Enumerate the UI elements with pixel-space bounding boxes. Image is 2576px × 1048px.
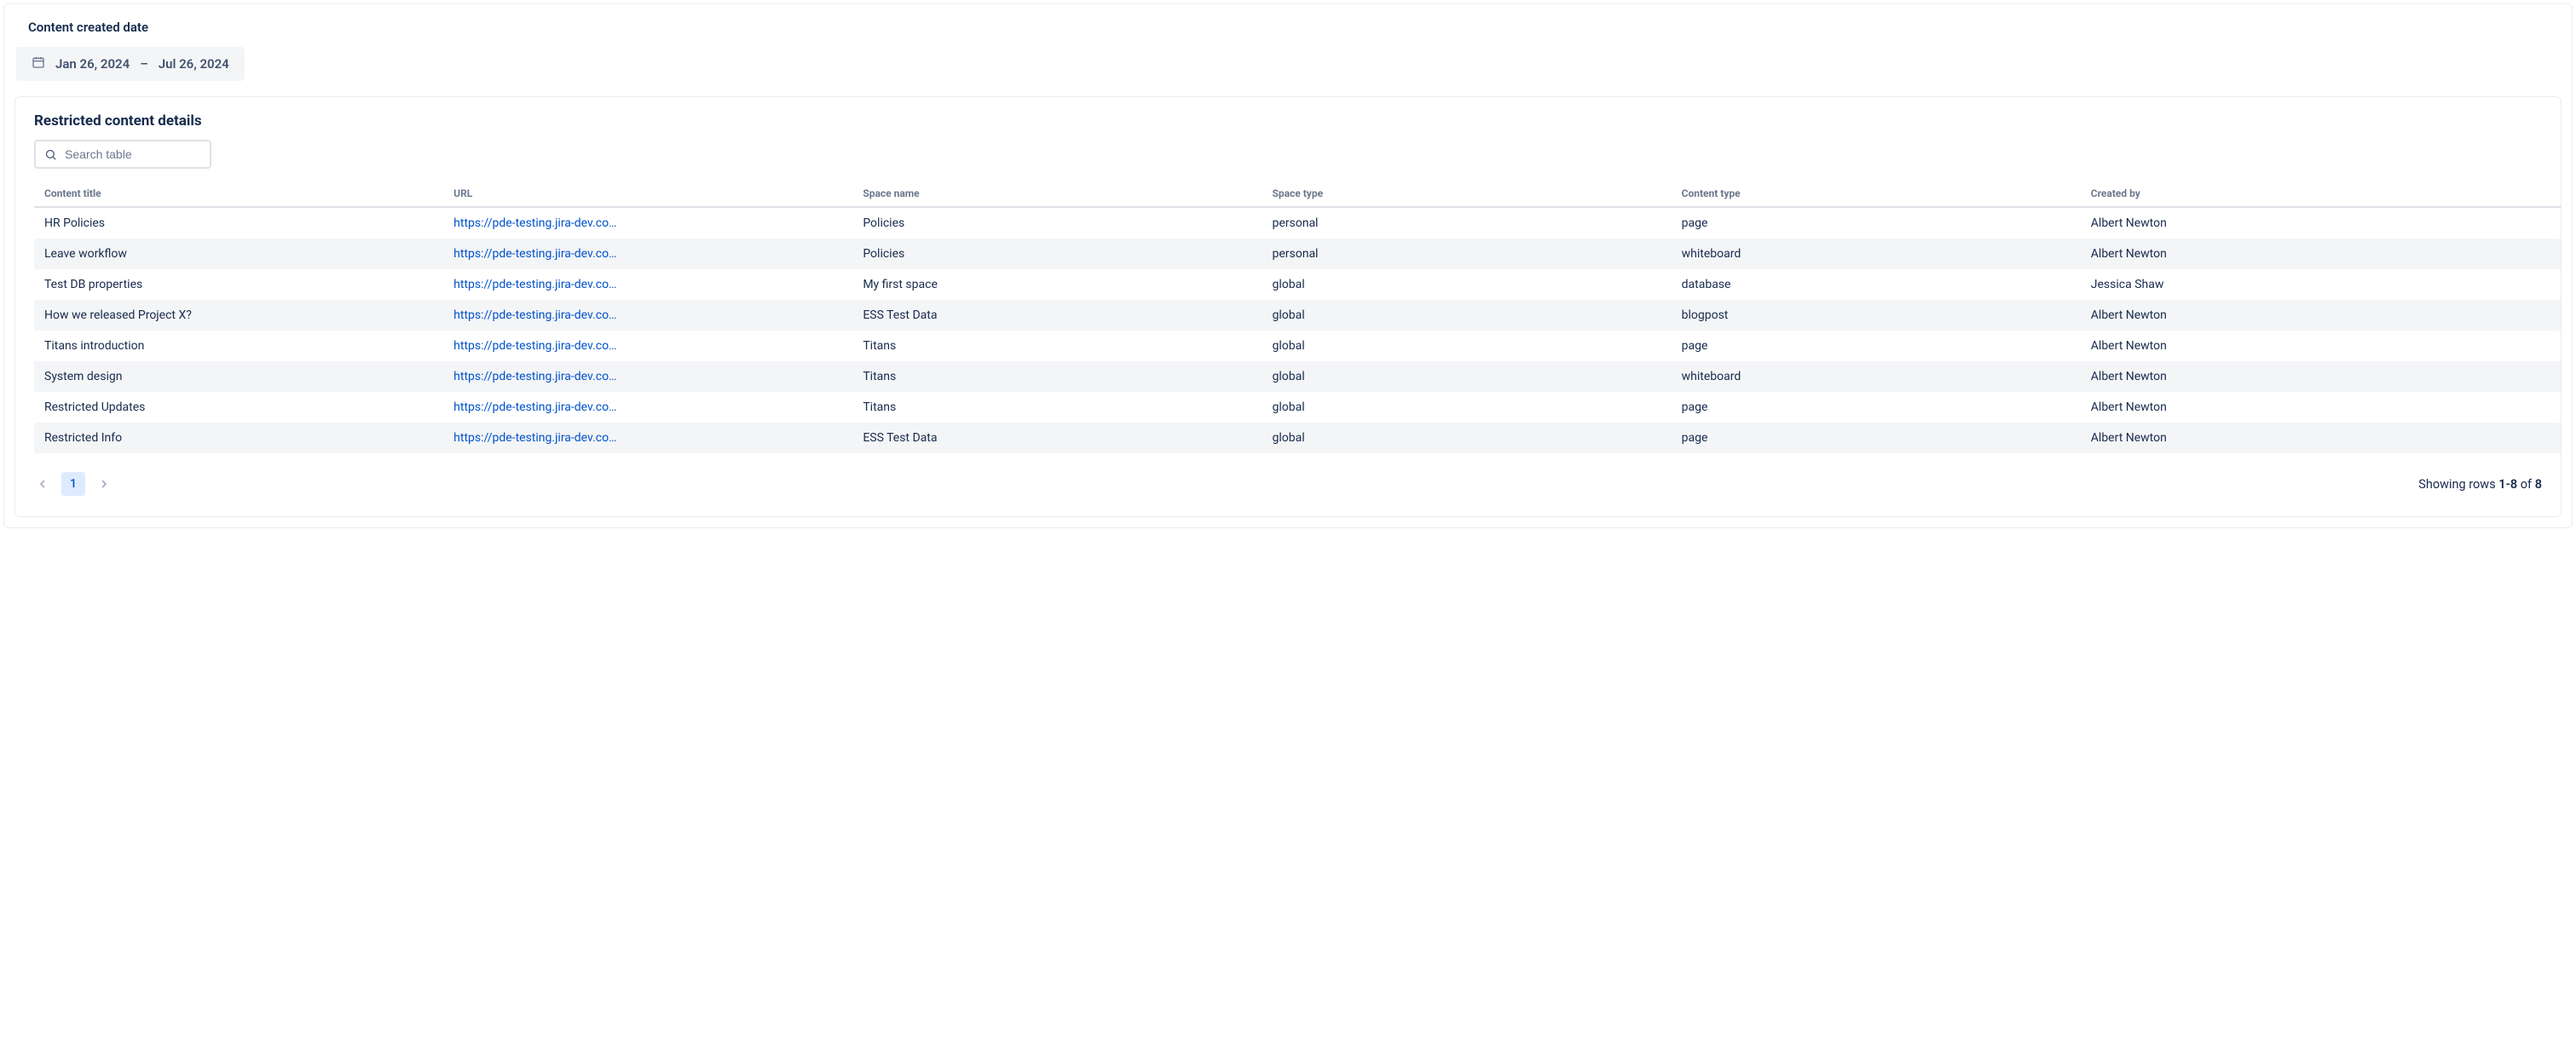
cell-created-by: Albert Newton — [2081, 207, 2561, 239]
table-row: How we released Project X?https://pde-te… — [34, 300, 2561, 331]
cell-space-type: global — [1262, 392, 1671, 423]
cell-url[interactable]: https://pde-testing.jira-dev.co… — [443, 207, 852, 239]
of-word: of — [2517, 477, 2535, 492]
table-header-row: Content title URL Space name Space type … — [34, 181, 2561, 207]
cell-url[interactable]: https://pde-testing.jira-dev.co… — [443, 331, 852, 361]
cell-content-type: whiteboard — [1672, 239, 2081, 269]
cell-content-type: whiteboard — [1672, 361, 2081, 392]
col-content-title[interactable]: Content title — [34, 181, 443, 207]
cell-content-title: Restricted Updates — [34, 392, 443, 423]
cell-space-name: Titans — [852, 361, 1262, 392]
table-row: Restricted Infohttps://pde-testing.jira-… — [34, 423, 2561, 453]
cell-created-by: Albert Newton — [2081, 331, 2561, 361]
cell-space-type: global — [1262, 423, 1671, 453]
cell-content-title: Restricted Info — [34, 423, 443, 453]
cell-created-by: Jessica Shaw — [2081, 269, 2561, 300]
col-space-type[interactable]: Space type — [1262, 181, 1671, 207]
prev-page-button[interactable] — [31, 472, 55, 496]
cell-space-type: global — [1262, 331, 1671, 361]
cell-created-by: Albert Newton — [2081, 300, 2561, 331]
calendar-icon — [32, 55, 45, 72]
cell-space-name: Policies — [852, 207, 1262, 239]
cell-created-by: Albert Newton — [2081, 239, 2561, 269]
cell-content-type: page — [1672, 423, 2081, 453]
cell-url[interactable]: https://pde-testing.jira-dev.co… — [443, 392, 852, 423]
date-from: Jan 26, 2024 — [55, 56, 130, 72]
pagination-controls: 1 — [31, 472, 116, 496]
page-number-current[interactable]: 1 — [61, 472, 85, 496]
cell-space-type: global — [1262, 269, 1671, 300]
cell-space-type: global — [1262, 361, 1671, 392]
filter-label: Content created date — [4, 20, 2572, 35]
cell-content-title: How we released Project X? — [34, 300, 443, 331]
date-separator: – — [140, 56, 148, 72]
showing-range: 1-8 — [2498, 477, 2517, 492]
col-content-type[interactable]: Content type — [1672, 181, 2081, 207]
cell-content-title: Leave workflow — [34, 239, 443, 269]
pagination: 1 Showing rows 1-8 of 8 — [15, 453, 2561, 506]
cell-space-name: ESS Test Data — [852, 423, 1262, 453]
cell-url[interactable]: https://pde-testing.jira-dev.co… — [443, 423, 852, 453]
cell-space-type: global — [1262, 300, 1671, 331]
cell-space-name: Titans — [852, 392, 1262, 423]
col-created-by[interactable]: Created by — [2081, 181, 2561, 207]
cell-space-name: Titans — [852, 331, 1262, 361]
date-range-filter[interactable]: Jan 26, 2024 – Jul 26, 2024 — [16, 47, 245, 81]
cell-created-by: Albert Newton — [2081, 423, 2561, 453]
cell-created-by: Albert Newton — [2081, 361, 2561, 392]
page-container: Content created date Jan 26, 2024 – Jul … — [3, 3, 2573, 528]
cell-content-title: HR Policies — [34, 207, 443, 239]
cell-content-type: page — [1672, 207, 2081, 239]
search-input[interactable] — [34, 140, 211, 169]
search-icon — [44, 148, 57, 161]
cell-space-type: personal — [1262, 207, 1671, 239]
cell-space-name: ESS Test Data — [852, 300, 1262, 331]
cell-url[interactable]: https://pde-testing.jira-dev.co… — [443, 361, 852, 392]
cell-space-name: Policies — [852, 239, 1262, 269]
cell-url[interactable]: https://pde-testing.jira-dev.co… — [443, 300, 852, 331]
col-space-name[interactable]: Space name — [852, 181, 1262, 207]
table-row: System designhttps://pde-testing.jira-de… — [34, 361, 2561, 392]
content-table: Content title URL Space name Space type … — [34, 181, 2561, 453]
cell-url[interactable]: https://pde-testing.jira-dev.co… — [443, 269, 852, 300]
card-title: Restricted content details — [15, 112, 2561, 130]
cell-content-type: page — [1672, 392, 2081, 423]
table-row: Test DB propertieshttps://pde-testing.ji… — [34, 269, 2561, 300]
pagination-summary: Showing rows 1-8 of 8 — [2418, 477, 2542, 492]
cell-created-by: Albert Newton — [2081, 392, 2561, 423]
showing-total: 8 — [2535, 477, 2542, 492]
cell-content-title: Test DB properties — [34, 269, 443, 300]
cell-content-title: Titans introduction — [34, 331, 443, 361]
col-url[interactable]: URL — [443, 181, 852, 207]
showing-prefix: Showing rows — [2418, 477, 2498, 492]
table-row: Titans introductionhttps://pde-testing.j… — [34, 331, 2561, 361]
table-row: Leave workflowhttps://pde-testing.jira-d… — [34, 239, 2561, 269]
cell-url[interactable]: https://pde-testing.jira-dev.co… — [443, 239, 852, 269]
next-page-button[interactable] — [92, 472, 116, 496]
cell-content-type: page — [1672, 331, 2081, 361]
date-to: Jul 26, 2024 — [159, 56, 229, 72]
table-row: HR Policieshttps://pde-testing.jira-dev.… — [34, 207, 2561, 239]
cell-content-title: System design — [34, 361, 443, 392]
cell-content-type: blogpost — [1672, 300, 2081, 331]
results-card: Restricted content details Content title… — [14, 96, 2562, 517]
cell-space-name: My first space — [852, 269, 1262, 300]
search-table-wrap — [34, 140, 211, 169]
table-row: Restricted Updateshttps://pde-testing.ji… — [34, 392, 2561, 423]
cell-content-type: database — [1672, 269, 2081, 300]
cell-space-type: personal — [1262, 239, 1671, 269]
